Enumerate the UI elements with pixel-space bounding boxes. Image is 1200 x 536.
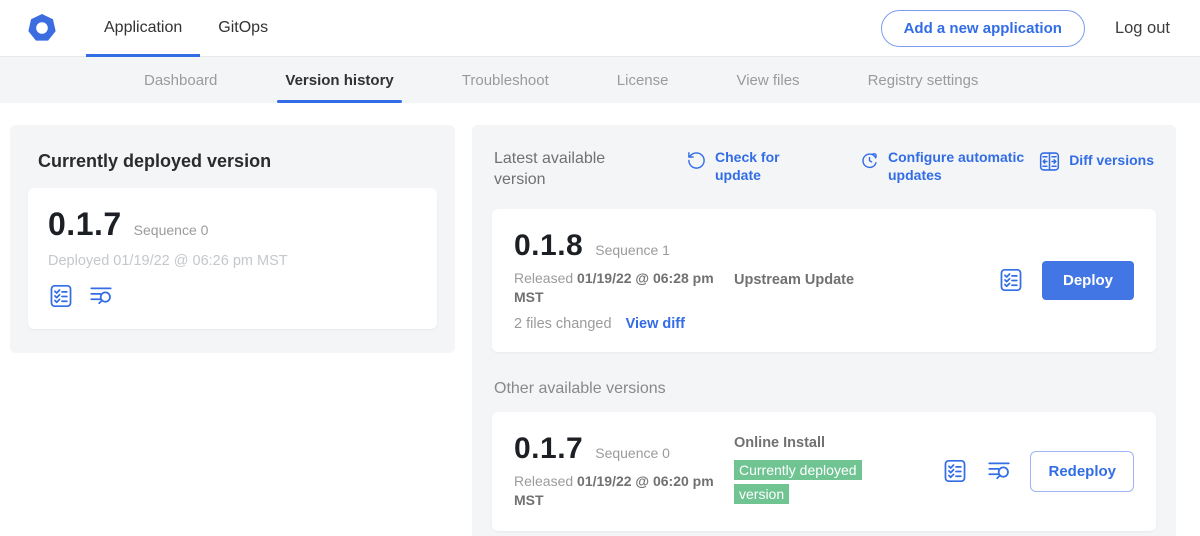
subnav-tab-license[interactable]: License xyxy=(615,57,671,103)
release-notes-checklist-icon[interactable] xyxy=(942,458,968,484)
available-versions-panel: Latest available version Check for updat… xyxy=(472,125,1176,536)
other-available-versions-title: Other available versions xyxy=(494,380,1156,398)
subnav-tab-troubleshoot[interactable]: Troubleshoot xyxy=(460,57,551,103)
release-notes-checklist-icon[interactable] xyxy=(48,283,74,309)
check-for-update-label: Check for update xyxy=(715,149,787,184)
subnav-tab-dashboard[interactable]: Dashboard xyxy=(142,57,219,103)
latest-version-source: Upstream Update xyxy=(734,272,998,288)
add-new-application-button[interactable]: Add a new application xyxy=(881,10,1085,47)
deployed-version-number: 0.1.7 xyxy=(48,206,122,243)
currently-deployed-panel: Currently deployed version 0.1.7 Sequenc… xyxy=(10,125,455,353)
deployed-version-card: 0.1.7 Sequence 0 Deployed 01/19/22 @ 06:… xyxy=(28,188,437,329)
diff-versions-label: Diff versions xyxy=(1069,152,1154,170)
diff-versions-link[interactable]: Diff versions xyxy=(1038,149,1154,173)
other-sequence-label: Sequence 0 xyxy=(595,445,670,461)
other-released-timestamp: Released 01/19/22 @ 06:20 pm MST xyxy=(514,472,726,511)
top-header: Application GitOps Add a new application… xyxy=(0,0,1200,57)
check-for-update-link[interactable]: Check for update xyxy=(686,149,787,184)
configure-automatic-updates-label: Configure automatic updates xyxy=(888,149,1038,184)
latest-version-card: 0.1.8 Sequence 1 Released 01/19/22 @ 06:… xyxy=(492,209,1156,352)
subnav-tab-registry-settings[interactable]: Registry settings xyxy=(866,57,981,103)
main-content: Currently deployed version 0.1.7 Sequenc… xyxy=(0,103,1200,536)
refresh-arrow-icon xyxy=(686,150,707,171)
tab-gitops[interactable]: GitOps xyxy=(200,0,286,56)
subnav-tab-version-history[interactable]: Version history xyxy=(283,57,395,103)
latest-sequence-label: Sequence 1 xyxy=(595,242,670,258)
latest-released-timestamp: Released 01/19/22 @ 06:28 pm MST xyxy=(514,269,726,308)
view-diff-link[interactable]: View diff xyxy=(626,316,685,332)
view-logs-search-icon[interactable] xyxy=(986,458,1012,484)
logout-link[interactable]: Log out xyxy=(1115,19,1170,38)
app-logo[interactable] xyxy=(26,0,58,56)
configure-automatic-updates-link[interactable]: Configure automatic updates xyxy=(859,149,1038,184)
tab-gitops-label: GitOps xyxy=(218,19,268,37)
other-version-number: 0.1.7 xyxy=(514,432,583,466)
redeploy-button[interactable]: Redeploy xyxy=(1030,451,1134,492)
files-changed-count: 2 files changed xyxy=(514,316,612,332)
release-notes-checklist-icon[interactable] xyxy=(998,267,1024,293)
view-logs-search-icon[interactable] xyxy=(88,283,114,309)
tab-application[interactable]: Application xyxy=(86,0,200,56)
currently-deployed-title: Currently deployed version xyxy=(38,151,437,172)
header-spacer xyxy=(286,0,881,56)
other-version-card: 0.1.7 Sequence 0 Released 01/19/22 @ 06:… xyxy=(492,412,1156,531)
schedule-clock-icon xyxy=(859,150,880,171)
deployed-sequence-label: Sequence 0 xyxy=(134,222,209,238)
tab-application-label: Application xyxy=(104,19,182,37)
diff-columns-icon xyxy=(1038,150,1061,173)
available-panel-header: Latest available version Check for updat… xyxy=(492,145,1156,191)
currently-deployed-badge: Currently deployed version xyxy=(734,460,862,505)
deployed-timestamp: Deployed 01/19/22 @ 06:26 pm MST xyxy=(48,253,417,269)
subnav-tab-view-files[interactable]: View files xyxy=(734,57,801,103)
deploy-button[interactable]: Deploy xyxy=(1042,261,1134,300)
latest-available-title: Latest available version xyxy=(494,149,624,191)
logo-heptagon-icon xyxy=(26,12,58,44)
app-subnav: Dashboard Version history Troubleshoot L… xyxy=(0,57,1200,103)
other-version-source: Online Install xyxy=(734,435,942,451)
latest-version-number: 0.1.8 xyxy=(514,229,583,263)
